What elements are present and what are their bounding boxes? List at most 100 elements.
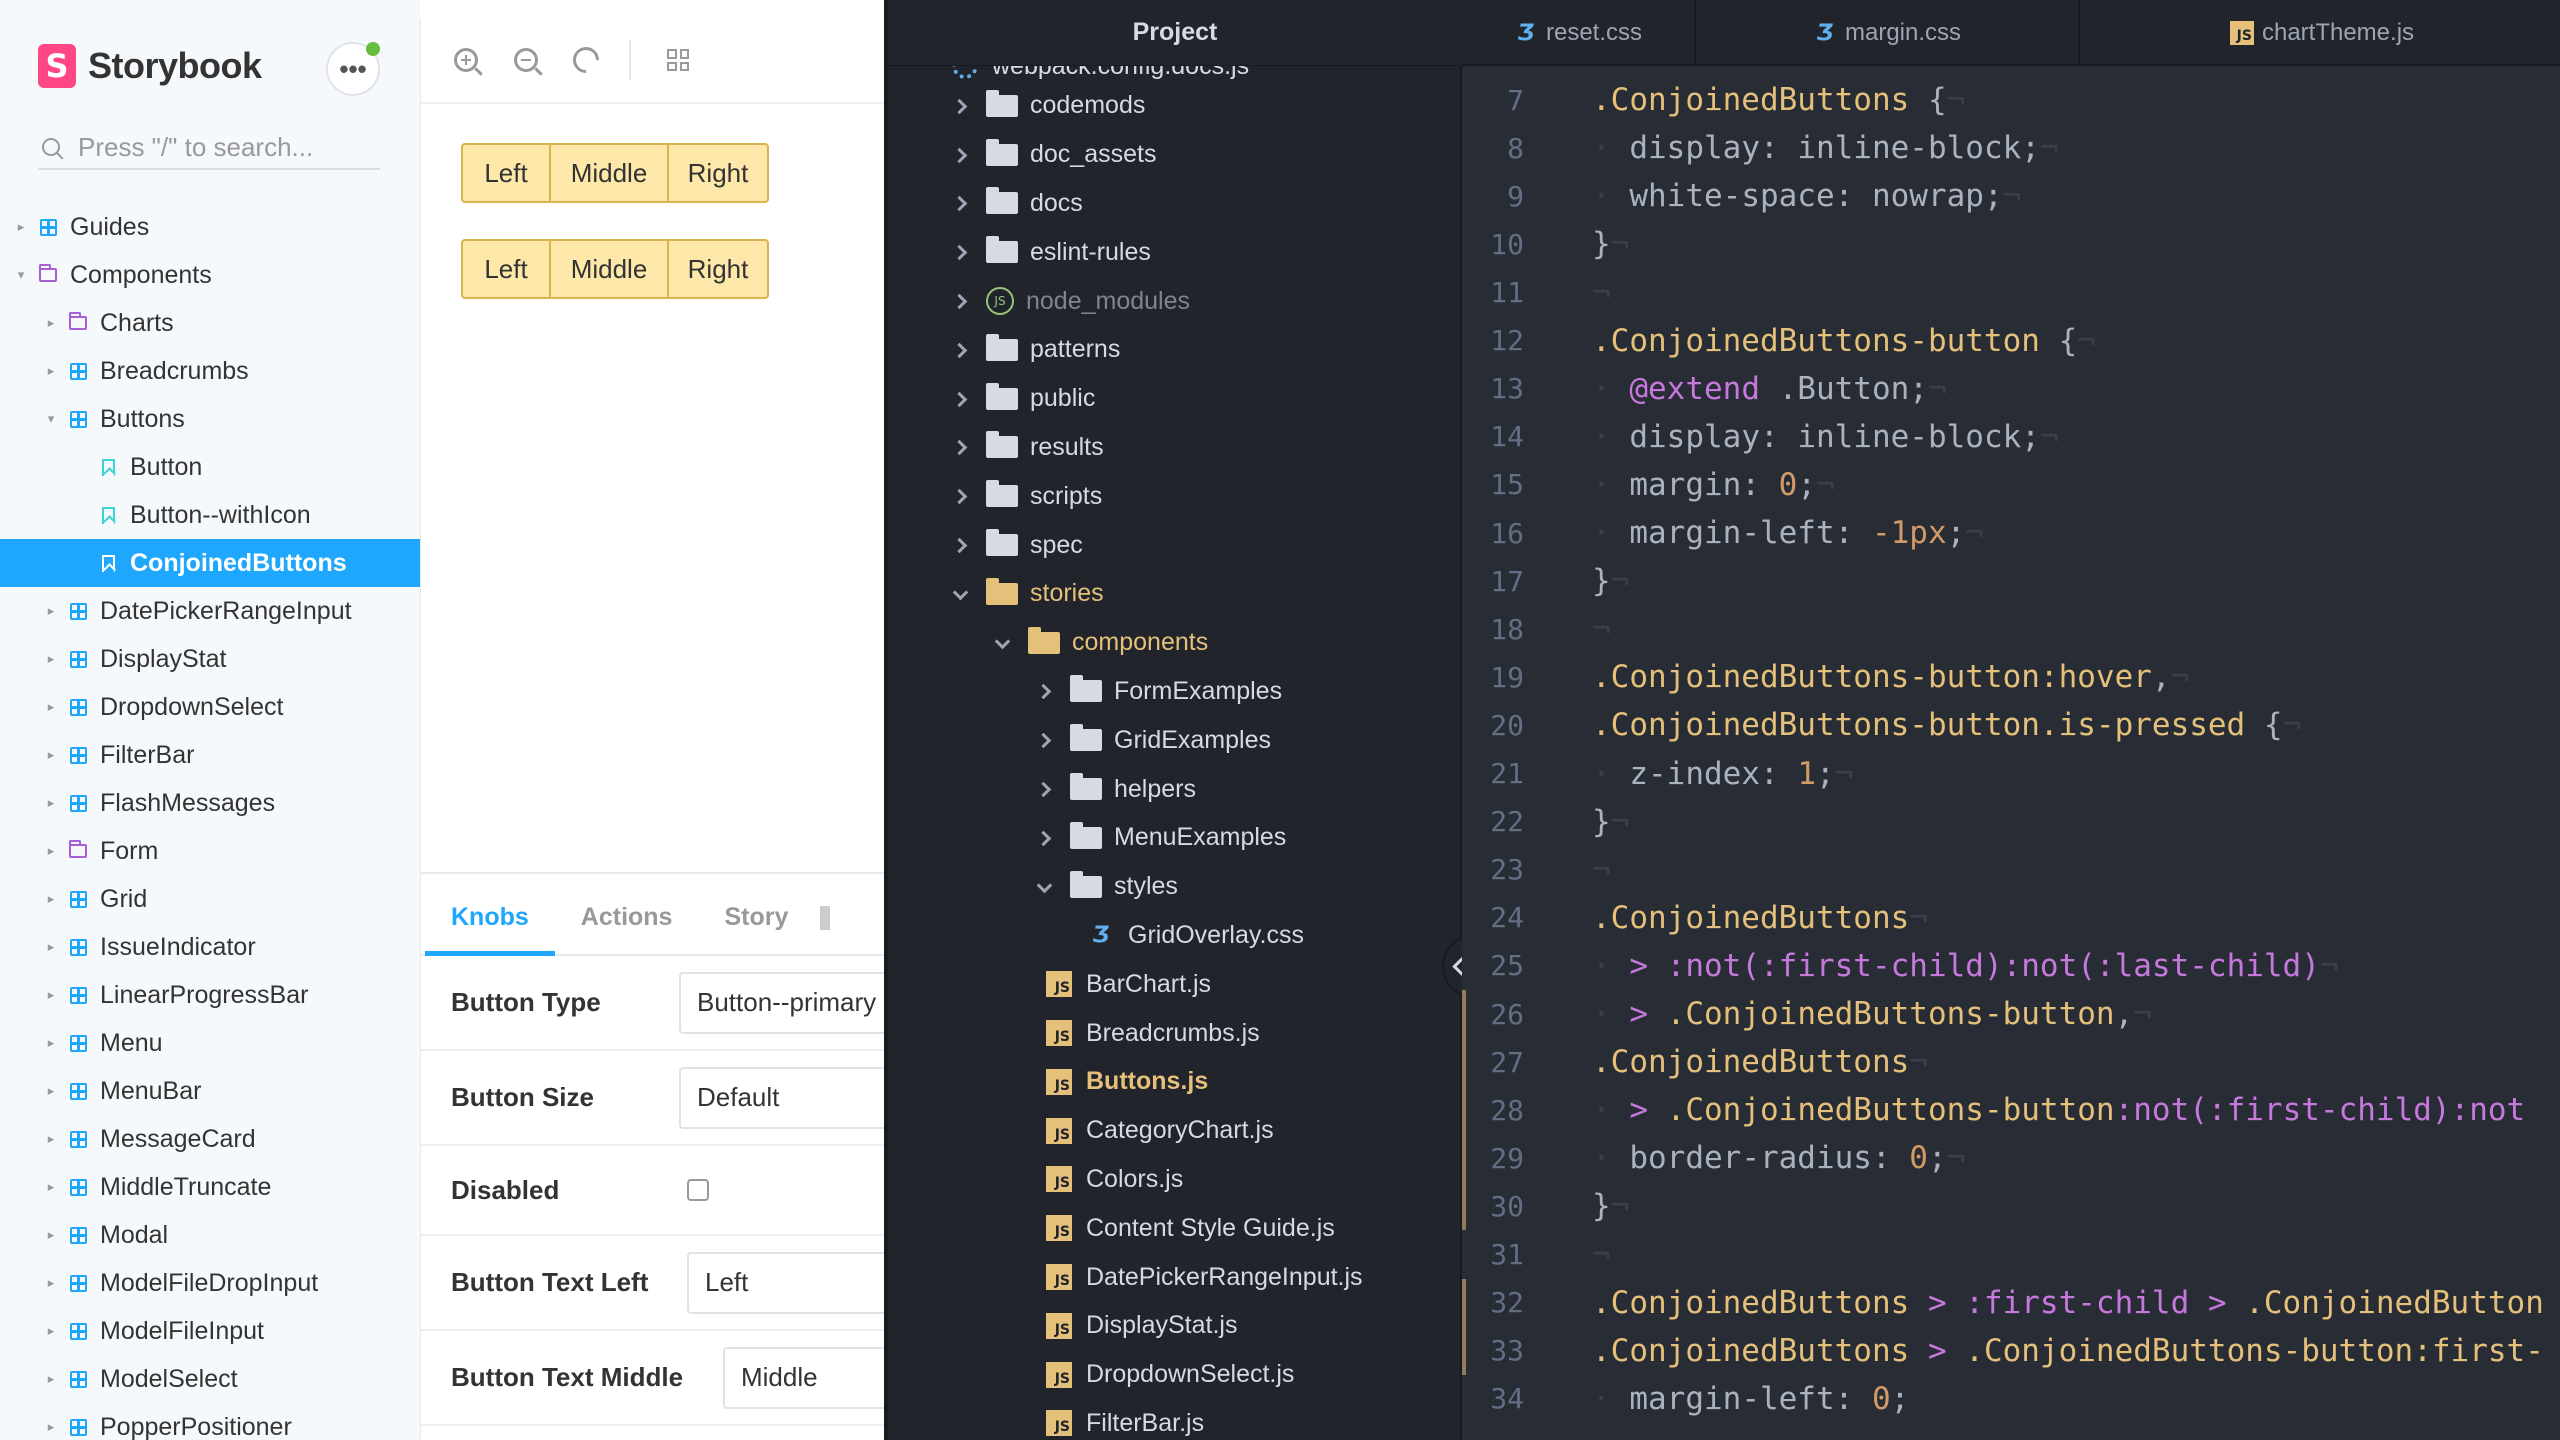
code-line[interactable]: 6¬ [1462,66,2560,76]
tree-item-docs[interactable]: docs [952,179,1083,227]
code-line[interactable]: 21 · z-index: 1;¬ [1462,750,2560,798]
code-line[interactable]: 27 .ConjoinedButtons¬ [1462,1038,2560,1087]
tree-item-categorychart-js[interactable]: JS CategoryChart.js [1046,1107,1274,1155]
sidebar-item-issueindicator[interactable]: ▸ IssueIndicator [0,923,420,971]
tree-item-barchart-js[interactable]: JS BarChart.js [1046,960,1211,1008]
tree-item-scripts[interactable]: scripts [952,472,1102,520]
code-line[interactable]: 8 · display: inline-block;¬ [1462,124,2560,172]
reset-zoom-button[interactable] [567,41,605,79]
code-line[interactable]: 18 ¬ [1462,605,2560,653]
code-line[interactable]: 11 ¬ [1462,269,2560,317]
sidebar-item-grid[interactable]: ▸ Grid [0,875,420,923]
code-line[interactable]: 22}¬ [1462,798,2560,846]
code-line[interactable]: 17}¬ [1462,557,2560,605]
disabled-checkbox[interactable] [687,1179,709,1201]
tree-item-components[interactable]: components [994,619,1208,667]
tab-knobs[interactable]: Knobs [425,903,555,956]
tree-item-filterbar-js[interactable]: JS FilterBar.js [1046,1399,1204,1440]
code-line[interactable]: 10}¬ [1462,220,2560,268]
tree-item-eslint-rules[interactable]: eslint-rules [952,228,1151,276]
tree-item-styles[interactable]: styles [1036,863,1178,911]
zoom-in-button[interactable] [449,43,483,77]
code-line[interactable]: 32 .ConjoinedButtons > :first-child > .Co… [1462,1278,2560,1327]
right-button[interactable]: Right [667,239,769,299]
tab-actions[interactable]: Actions [555,903,699,954]
sidebar-item-modal[interactable]: ▸ Modal [0,1211,420,1259]
sidebar-item-displaystat[interactable]: ▸ DisplayStat [0,635,420,683]
sidebar-item-form[interactable]: ▸ Form [0,827,420,875]
tree-item-breadcrumbs-js[interactable]: JS Breadcrumbs.js [1046,1009,1260,1057]
code-line[interactable]: 31 ¬ [1462,1231,2560,1279]
tree-item-datepickerrangeinput-js[interactable]: JS DatePickerRangeInput.js [1046,1253,1363,1301]
sidebar-item-components[interactable]: ▾ Components [0,251,420,299]
code-line[interactable]: 34 · margin-left: 0; [1462,1375,2560,1423]
button-type-select[interactable]: Button--primary [679,971,919,1034]
code-line[interactable]: 33 .ConjoinedButtons > .ConjoinedButtons-… [1462,1326,2560,1375]
code-line[interactable]: 15 · margin: 0;¬ [1462,461,2560,509]
tree-item-node-modules[interactable]: JS node_modules [952,277,1190,325]
tree-item-buttons-js[interactable]: JS Buttons.js [1046,1058,1208,1106]
sidebar-item-middletruncate[interactable]: ▸ MiddleTruncate [0,1163,420,1211]
code-line[interactable]: 28 · > .ConjoinedButtons-button:not(:firs… [1462,1086,2560,1135]
tree-item-menuexamples[interactable]: MenuExamples [1036,814,1286,862]
code-line[interactable]: 25 · > :not(:first-child):not(:last-child… [1462,942,2560,990]
code-line[interactable]: 23 ¬ [1462,846,2560,894]
tab-story[interactable]: Story [698,903,814,954]
tree-item-helpers[interactable]: helpers [1036,765,1196,813]
sidebar-item-menubar[interactable]: ▸ MenuBar [0,1067,420,1115]
code-line[interactable]: 20 .ConjoinedButtons-button.is-pressed {¬ [1462,701,2560,749]
middle-button[interactable]: Middle [549,239,669,299]
sidebar-menu-button[interactable]: ••• [326,42,380,96]
storybook-brand[interactable]: S Storybook [38,44,262,88]
code-line[interactable]: 7 .ConjoinedButtons {¬ [1462,76,2560,124]
tree-item-gridexamples[interactable]: GridExamples [1036,716,1271,764]
sidebar-item-buttons[interactable]: ▾ Buttons [0,395,420,443]
sidebar-item-menu[interactable]: ▸ Menu [0,1019,420,1067]
code-line[interactable]: 12 .ConjoinedButtons-button {¬ [1462,317,2560,365]
tree-item-doc-assets[interactable]: doc_assets [952,131,1156,179]
tree-item-stories[interactable]: stories [952,570,1104,618]
sidebar-item-button[interactable]: Button [0,443,420,491]
tree-item-results[interactable]: results [952,423,1104,471]
sidebar-item-popperpositioner[interactable]: ▸ PopperPositioner [0,1403,420,1440]
code-line[interactable]: 19 .ConjoinedButtons-button:hover,¬ [1462,653,2560,701]
tree-item-colors-js[interactable]: JS Colors.js [1046,1155,1183,1203]
grid-toggle-button[interactable] [661,43,695,77]
tree-item-public[interactable]: public [952,375,1095,423]
code-line[interactable]: 14 · display: inline-block;¬ [1462,413,2560,461]
sidebar-item-modelfileinput[interactable]: ▸ ModelFileInput [0,1307,420,1355]
tree-item-content-style-guide-js[interactable]: JS Content Style Guide.js [1046,1204,1335,1252]
left-button[interactable]: Left [461,239,551,299]
code-line[interactable]: 30}¬ [1462,1182,2560,1231]
search-input[interactable] [78,131,368,163]
code-line[interactable]: 9 · white-space: nowrap;¬ [1462,172,2560,220]
tab-charttheme-js[interactable]: JS chartTheme.js [2080,0,2560,66]
sidebar-item-modelselect[interactable]: ▸ ModelSelect [0,1355,420,1403]
sidebar-item-charts[interactable]: ▸ Charts [0,299,420,347]
left-button[interactable]: Left [461,143,551,203]
middle-button[interactable]: Middle [549,143,669,203]
tree-item-gridoverlay-css[interactable]: Ʒ GridOverlay.css [1088,911,1304,959]
code-editor[interactable]: 6¬7.ConjoinedButtons {¬8· display: inlin… [1462,66,2560,1440]
sidebar-item-flashmessages[interactable]: ▸ FlashMessages [0,779,420,827]
code-line[interactable]: 16 · margin-left: -1px;¬ [1462,509,2560,557]
code-line[interactable]: 26 · > .ConjoinedButtons-button,¬ [1462,990,2560,1038]
code-line[interactable]: 24 .ConjoinedButtons¬ [1462,894,2560,942]
tab-reset-css[interactable]: Ʒ reset.css [1462,0,1696,66]
button-size-select[interactable]: Default [679,1066,919,1129]
tree-item-displaystat-js[interactable]: JS DisplayStat.js [1046,1302,1237,1350]
sidebar-item-messagecard[interactable]: ▸ MessageCard [0,1115,420,1163]
tab-margin-css[interactable]: Ʒ margin.css [1696,0,2080,66]
sidebar-item-linearprogressbar[interactable]: ▸ LinearProgressBar [0,971,420,1019]
sidebar-item-conjoinedbuttons[interactable]: ConjoinedButtons [0,539,420,587]
code-line[interactable]: 29 · border-radius: 0;¬ [1462,1134,2560,1183]
zoom-out-button[interactable] [509,43,543,77]
sidebar-item-modelfiledropinput[interactable]: ▸ ModelFileDropInput [0,1259,420,1307]
tree-item-spec[interactable]: spec [952,521,1083,569]
sidebar-item-datepickerrangeinput[interactable]: ▸ DatePickerRangeInput [0,587,420,635]
tree-item-codemods[interactable]: codemods [952,82,1145,130]
sidebar-item-guides[interactable]: ▸ Guides [0,203,420,251]
sidebar-item-button-withicon[interactable]: Button--withIcon [0,491,420,539]
tree-item-formexamples[interactable]: FormExamples [1036,667,1282,715]
sidebar-item-filterbar[interactable]: ▸ FilterBar [0,731,420,779]
